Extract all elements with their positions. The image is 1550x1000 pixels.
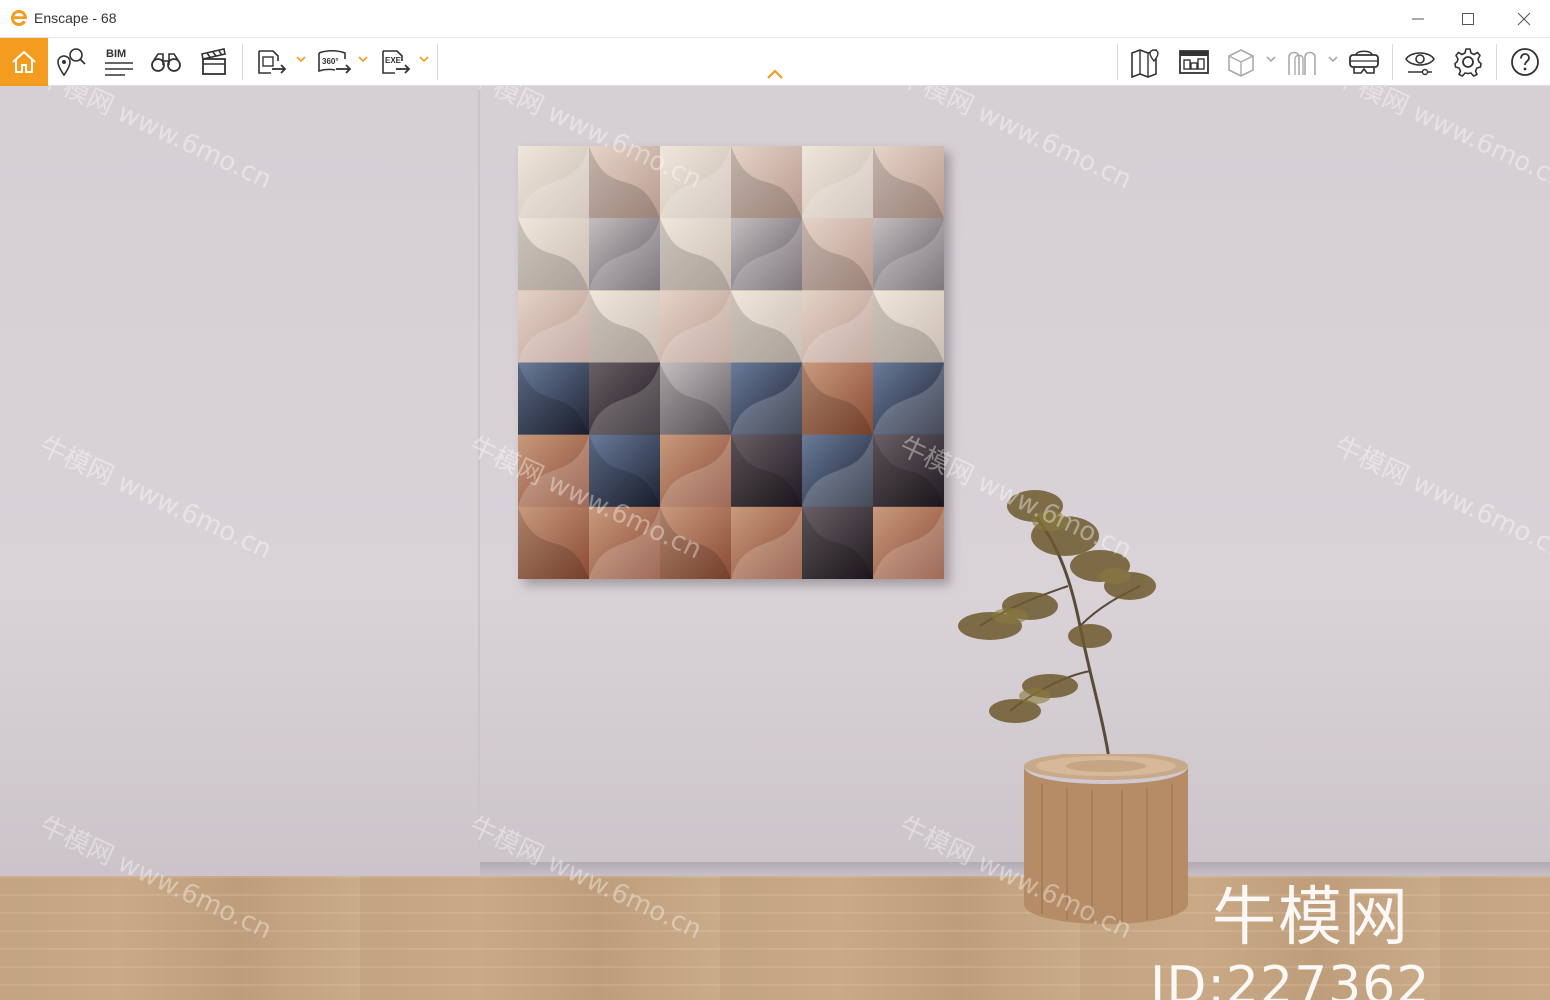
panorama-export-icon: 360° xyxy=(318,49,352,74)
exe-export-icon: EXE xyxy=(382,50,411,74)
maximize-icon xyxy=(1462,13,1474,25)
maximize-button[interactable] xyxy=(1448,4,1488,34)
screenshot-export-button[interactable] xyxy=(252,42,290,82)
wooden-stump-pot xyxy=(1024,754,1188,924)
watermark-text: 牛模网 www.6mo.cn xyxy=(1329,86,1550,196)
watermark-text: 牛模网 www.6mo.cn xyxy=(34,431,277,566)
help-icon xyxy=(1511,48,1539,76)
home-icon xyxy=(12,50,36,73)
plant-branch xyxy=(958,490,1156,767)
toolbar-separator xyxy=(1117,44,1118,80)
vr-headset-icon xyxy=(1349,50,1379,74)
views-button[interactable] xyxy=(146,42,186,82)
help-button[interactable] xyxy=(1506,42,1544,82)
toolbar-separator xyxy=(1392,44,1393,80)
map-button[interactable] xyxy=(1126,42,1166,82)
chevron-down-icon[interactable] xyxy=(1266,54,1276,64)
watermark-text: 牛模网 www.6mo.cn xyxy=(1329,431,1550,566)
arches-icon xyxy=(1288,51,1316,75)
wall-seam xyxy=(478,86,480,876)
location-button[interactable] xyxy=(52,42,90,82)
image-export-icon xyxy=(258,50,287,74)
sun-button[interactable] xyxy=(1282,42,1322,82)
vr-button[interactable] xyxy=(1344,42,1384,82)
binoculars-icon xyxy=(151,53,181,72)
minimize-icon xyxy=(1412,18,1424,20)
enscape-window: Enscape - 68 BIM 360° EXE 牛模网 www.6mo.cn… xyxy=(0,0,1550,1000)
home-button[interactable] xyxy=(0,38,48,86)
material-editor-button[interactable] xyxy=(1222,42,1260,82)
settings-button[interactable] xyxy=(1448,42,1488,82)
watermark-text: 牛模网 www.6mo.cn xyxy=(34,86,277,196)
geometric-artwork xyxy=(518,146,944,579)
asset-library-icon xyxy=(1179,50,1209,74)
map-icon xyxy=(1131,48,1159,79)
exe-export-button[interactable]: EXE xyxy=(376,42,414,82)
artwork-canvas xyxy=(518,146,944,579)
toolbar-separator xyxy=(1496,44,1497,80)
map-pin-search-icon xyxy=(57,48,86,77)
clapperboard-icon xyxy=(201,48,226,75)
render-viewport[interactable]: 牛模网 www.6mo.cn 牛模网 www.6mo.cn 牛模网 www.6mo.… xyxy=(0,86,1550,1000)
chevron-down-icon[interactable] xyxy=(419,54,429,64)
enscape-logo-icon xyxy=(11,10,27,26)
watermark-id: ID:227362 xyxy=(1150,956,1431,1000)
svg-text:BIM: BIM xyxy=(106,48,126,60)
close-icon xyxy=(1517,12,1531,26)
exe-label: EXE xyxy=(385,56,402,65)
window-title: Enscape - 68 xyxy=(34,10,117,26)
toolbar-separator xyxy=(437,44,438,80)
video-editor-button[interactable] xyxy=(194,42,234,82)
watermark-title: 牛模网 xyxy=(1212,881,1410,955)
bim-button[interactable]: BIM xyxy=(98,42,138,82)
gear-icon xyxy=(1454,48,1482,77)
toolbar-separator xyxy=(242,44,243,80)
minimize-button[interactable] xyxy=(1398,4,1438,34)
panorama-export-button[interactable]: 360° xyxy=(314,42,354,82)
wall-shade xyxy=(0,606,1550,876)
title-bar: Enscape - 68 xyxy=(0,0,1550,38)
chevron-up-icon[interactable] xyxy=(765,68,785,80)
bim-icon: BIM xyxy=(105,48,133,76)
panorama-label: 360° xyxy=(322,57,339,66)
main-toolbar: BIM 360° EXE xyxy=(0,38,1550,86)
close-button[interactable] xyxy=(1504,4,1544,34)
visual-settings-button[interactable] xyxy=(1400,42,1440,82)
chevron-down-icon[interactable] xyxy=(358,54,368,64)
chevron-down-icon[interactable] xyxy=(1328,54,1338,64)
asset-library-button[interactable] xyxy=(1174,42,1214,82)
cube-icon xyxy=(1228,49,1254,77)
eye-icon xyxy=(1405,52,1435,76)
chevron-down-icon[interactable] xyxy=(296,54,306,64)
